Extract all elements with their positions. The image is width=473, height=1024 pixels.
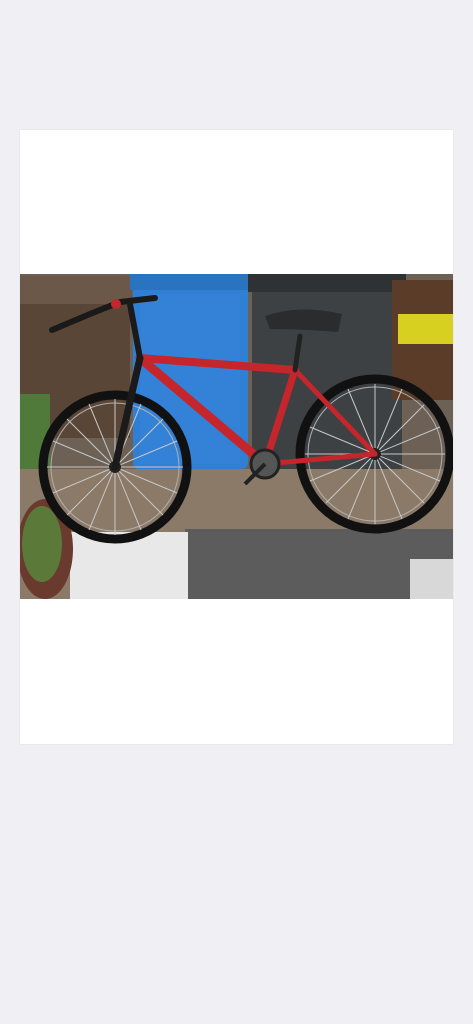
image-card: [20, 130, 453, 744]
bike-seat: [265, 309, 342, 332]
bicycle-photo[interactable]: [20, 274, 453, 599]
bicycle-photo-graphic: [20, 274, 453, 599]
